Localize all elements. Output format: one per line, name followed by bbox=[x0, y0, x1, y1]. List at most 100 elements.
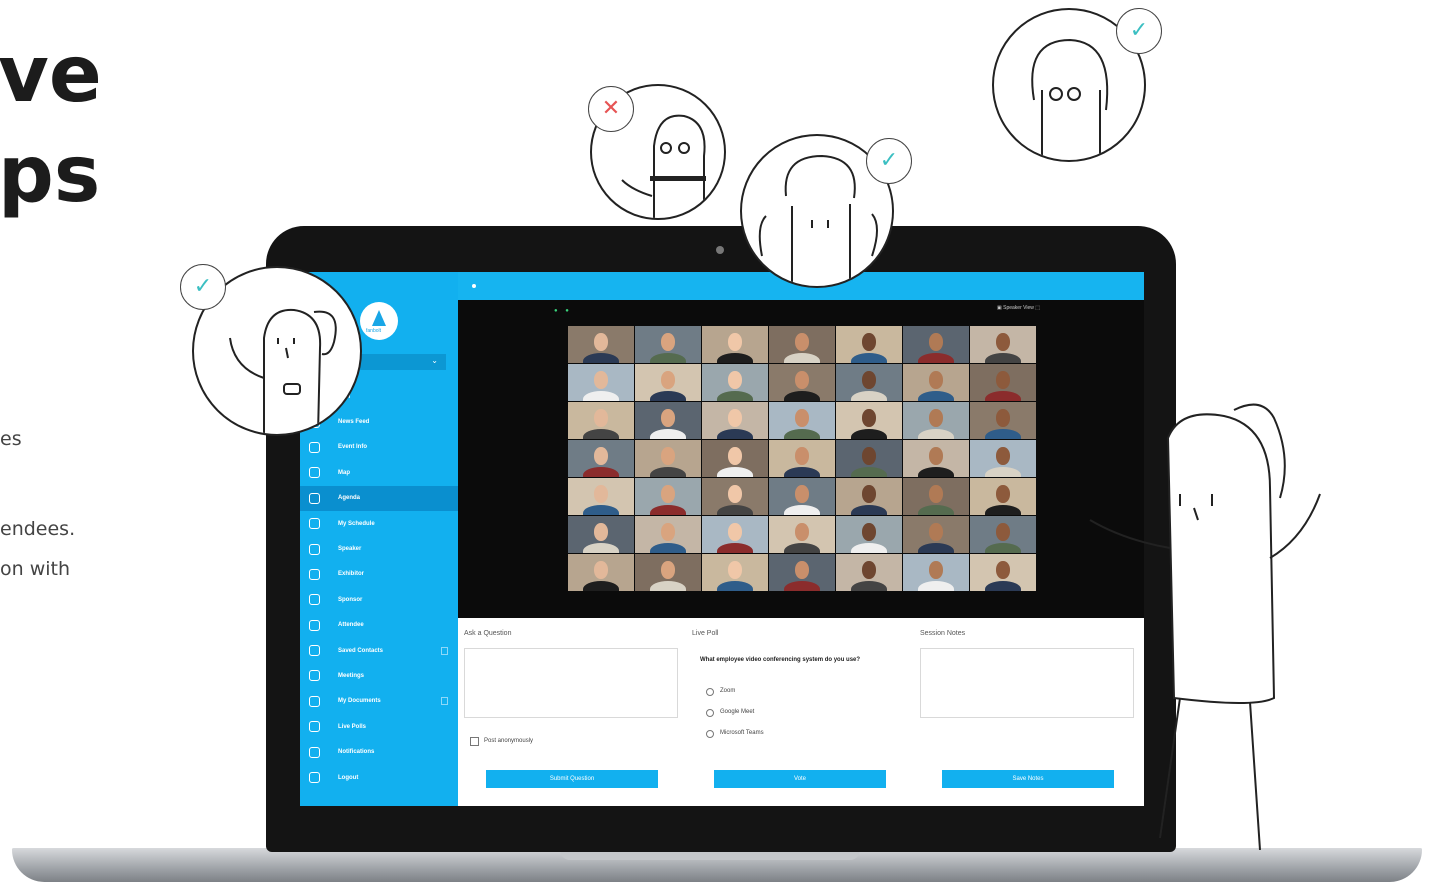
participant-face bbox=[728, 371, 742, 389]
poll-option-label: Microsoft Teams bbox=[720, 730, 764, 736]
participant-shoulders bbox=[717, 391, 753, 401]
participant-video-tile bbox=[769, 326, 835, 363]
sidebar-item-sponsor[interactable]: Sponsor bbox=[300, 587, 458, 612]
participant-video-tile bbox=[769, 516, 835, 553]
item-indicator bbox=[441, 697, 448, 706]
sidebar-item-agenda[interactable]: Agenda bbox=[300, 485, 458, 511]
participant-face bbox=[661, 523, 675, 541]
participant-video-tile bbox=[568, 326, 634, 363]
sidebar-item-my-schedule[interactable]: My Schedule bbox=[300, 511, 458, 536]
participant-face bbox=[661, 561, 675, 579]
calendar-icon bbox=[309, 492, 320, 504]
sidebar-item-label: News Feed bbox=[338, 419, 370, 426]
flask-icon bbox=[372, 310, 386, 326]
participant-face bbox=[728, 485, 742, 503]
participant-face bbox=[594, 333, 608, 351]
participant-shoulders bbox=[784, 391, 820, 401]
participant-face bbox=[728, 523, 742, 541]
participant-shoulders bbox=[583, 505, 619, 515]
participant-video-tile bbox=[635, 326, 701, 363]
submit-question-button[interactable]: Submit Question bbox=[486, 770, 658, 788]
participant-face bbox=[594, 447, 608, 465]
sidebar-item-notifications[interactable]: Notifications bbox=[300, 739, 458, 764]
participant-video-tile bbox=[970, 402, 1036, 439]
poll-option-label: Google Meet bbox=[720, 709, 755, 715]
connection-status: ● ● bbox=[554, 308, 572, 314]
sidebar-item-label: Meetings bbox=[338, 672, 365, 679]
post-anonymously-checkbox[interactable] bbox=[470, 737, 479, 746]
ask-question-title: Ask a Question bbox=[464, 630, 512, 637]
speaker-view-toggle[interactable]: ▣ Speaker View ⬚ bbox=[997, 305, 1040, 311]
hero-heading-line-1: ve bbox=[0, 30, 102, 120]
participant-video-tile bbox=[903, 402, 969, 439]
participant-video-tile bbox=[635, 478, 701, 515]
live-poll-title: Live Poll bbox=[692, 630, 719, 637]
participant-face bbox=[996, 371, 1010, 389]
participant-shoulders bbox=[851, 467, 887, 477]
participant-video-tile bbox=[836, 326, 902, 363]
participant-face bbox=[594, 485, 608, 503]
post-anonymously-label: Post anonymously bbox=[484, 738, 534, 744]
participant-shoulders bbox=[717, 505, 753, 515]
participant-video-tile bbox=[836, 402, 902, 439]
body-copy-line-1: es bbox=[0, 428, 22, 450]
participant-shoulders bbox=[918, 429, 954, 439]
sidebar-item-meetings[interactable]: Meetings bbox=[300, 663, 458, 688]
sidebar-item-live-polls[interactable]: Live Polls bbox=[300, 714, 458, 739]
participant-face bbox=[795, 523, 809, 541]
participant-shoulders bbox=[650, 543, 686, 553]
participant-shoulders bbox=[851, 429, 887, 439]
participant-face bbox=[661, 409, 675, 427]
participant-video-tile bbox=[903, 516, 969, 553]
participant-video-tile bbox=[769, 402, 835, 439]
participant-video-tile bbox=[903, 478, 969, 515]
participant-video-tile bbox=[635, 554, 701, 591]
hero-heading-line-2: ps bbox=[0, 130, 101, 220]
bell-icon bbox=[309, 746, 320, 758]
radio-button[interactable] bbox=[706, 709, 714, 717]
participant-video-tile bbox=[702, 478, 768, 515]
event-selector[interactable]: ⌄ bbox=[360, 354, 446, 370]
app-screen: fanbolt ⌄ WallNews FeedEvent InfoMapAgen… bbox=[300, 272, 1144, 806]
sidebar-item-event-info[interactable]: Event Info bbox=[300, 435, 458, 460]
participant-shoulders bbox=[583, 391, 619, 401]
person-icon bbox=[309, 619, 320, 631]
participant-video-tile bbox=[836, 440, 902, 477]
participant-video-tile bbox=[970, 364, 1036, 401]
participant-shoulders bbox=[717, 353, 753, 363]
sidebar-item-map[interactable]: Map bbox=[300, 460, 458, 485]
vote-button[interactable]: Vote bbox=[714, 770, 886, 788]
app-logo-text: fanbolt bbox=[366, 328, 382, 334]
sidebar-item-my-documents[interactable]: My Documents bbox=[300, 689, 458, 714]
radio-button[interactable] bbox=[706, 688, 714, 696]
participant-face bbox=[862, 485, 876, 503]
sidebar-item-logout[interactable]: Logout bbox=[300, 765, 458, 790]
participant-face bbox=[594, 371, 608, 389]
question-input[interactable] bbox=[464, 648, 678, 718]
participant-shoulders bbox=[851, 581, 887, 591]
participant-video-tile bbox=[970, 326, 1036, 363]
participant-face bbox=[728, 333, 742, 351]
participant-shoulders bbox=[851, 391, 887, 401]
participant-video-tile bbox=[635, 402, 701, 439]
sidebar-item-speaker[interactable]: Speaker bbox=[300, 536, 458, 561]
sidebar-item-saved-contacts[interactable]: Saved Contacts bbox=[300, 638, 458, 663]
participant-face bbox=[996, 523, 1010, 541]
participant-face bbox=[929, 409, 943, 427]
schedule-icon bbox=[309, 518, 320, 530]
participant-shoulders bbox=[851, 543, 887, 553]
participant-shoulders bbox=[583, 353, 619, 363]
participant-shoulders bbox=[650, 581, 686, 591]
participant-shoulders bbox=[717, 581, 753, 591]
participant-video-tile bbox=[702, 440, 768, 477]
radio-button[interactable] bbox=[706, 730, 714, 738]
sidebar-item-exhibitor[interactable]: Exhibitor bbox=[300, 562, 458, 587]
session-notes-title: Session Notes bbox=[920, 630, 966, 637]
standing-woman-illustration bbox=[1089, 403, 1321, 850]
participant-shoulders bbox=[851, 505, 887, 515]
participant-face bbox=[929, 447, 943, 465]
sidebar-item-label: Attendee bbox=[338, 622, 364, 629]
participant-grid bbox=[568, 326, 1036, 591]
chevron-down-icon: ⌄ bbox=[431, 356, 438, 365]
sidebar-item-attendee[interactable]: Attendee bbox=[300, 613, 458, 638]
